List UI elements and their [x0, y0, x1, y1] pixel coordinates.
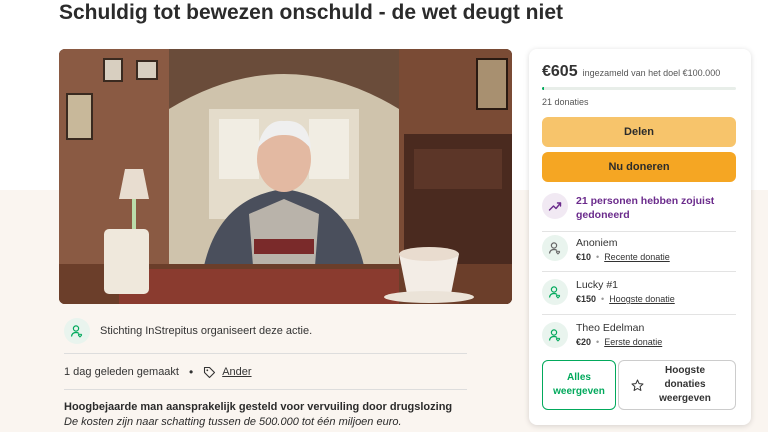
trending-up-icon — [542, 193, 568, 219]
user-heart-icon — [542, 235, 568, 261]
see-all-button[interactable]: Alles weergeven — [542, 360, 616, 410]
amount-value: €605 — [542, 63, 578, 80]
goal-text: ingezameld van het doel €100.000 — [582, 68, 721, 78]
donation-separator: • — [596, 252, 600, 262]
campaign-photo — [59, 49, 512, 304]
created-date: 1 dag geleden gemaakt — [64, 366, 179, 378]
panel-divider — [542, 314, 736, 315]
meta-separator: • — [188, 365, 194, 379]
panel-divider — [542, 271, 736, 272]
donation-panel: €605 ingezameld van het doel €100.000 21… — [529, 49, 751, 425]
recent-activity: 21 personen hebben zojuist gedoneerd — [542, 193, 736, 222]
campaign-meta: 1 dag geleden gemaakt • Ander — [64, 365, 252, 379]
donor-name: Anoniem — [576, 237, 618, 249]
donate-button[interactable]: Nu doneren — [542, 152, 736, 182]
divider — [64, 389, 467, 390]
donation-label-link[interactable]: Eerste donatie — [604, 337, 662, 347]
star-icon — [631, 379, 644, 392]
donation-separator: • — [601, 294, 605, 304]
donation-item: Anoniem €10 • Recente donatie — [542, 231, 736, 262]
organizer-info: Stichting InStrepitus organiseert deze a… — [64, 318, 312, 344]
see-top-donations-button[interactable]: Hoogste donaties weergeven — [618, 360, 736, 410]
recent-activity-text: 21 personen hebben zojuist gedoneerd — [576, 195, 715, 221]
tag-icon — [203, 366, 216, 379]
progress-fill — [542, 87, 544, 90]
page-title: Schuldig tot bewezen onschuld - de wet d… — [59, 1, 564, 24]
organizer-text: Stichting InStrepitus organiseert deze a… — [100, 325, 313, 337]
donation-item: Lucky #1 €150 • Hoogste donatie — [542, 275, 736, 305]
donation-label-link[interactable]: Recente donatie — [604, 252, 670, 262]
user-heart-icon — [542, 322, 568, 348]
story-subline: De kosten zijn naar schatting tussen de … — [64, 416, 402, 428]
donation-item: Theo Edelman €20 • Eerste donatie — [542, 318, 736, 348]
donor-count: 21 donaties — [542, 97, 589, 107]
donation-amount: €150 — [576, 294, 597, 304]
share-button[interactable]: Delen — [542, 117, 736, 147]
donation-label-link[interactable]: Hoogste donatie — [609, 294, 675, 304]
category-link[interactable]: Ander — [222, 366, 251, 378]
donor-name: Lucky #1 — [576, 279, 619, 291]
donation-amount: €10 — [576, 252, 592, 262]
story-headline: Hoogbejaarde man aansprakelijk gesteld v… — [64, 401, 453, 413]
donation-separator: • — [596, 337, 600, 347]
divider — [64, 353, 467, 354]
donation-amount: €20 — [576, 337, 592, 347]
user-heart-icon — [542, 279, 568, 305]
donor-name: Theo Edelman — [576, 322, 645, 334]
progress-bar — [542, 87, 736, 90]
user-heart-icon — [64, 318, 90, 344]
amount-raised: €605 ingezameld van het doel €100.000 — [542, 63, 720, 81]
see-top-donations-label: Hoogste donaties weergeven — [659, 365, 711, 404]
